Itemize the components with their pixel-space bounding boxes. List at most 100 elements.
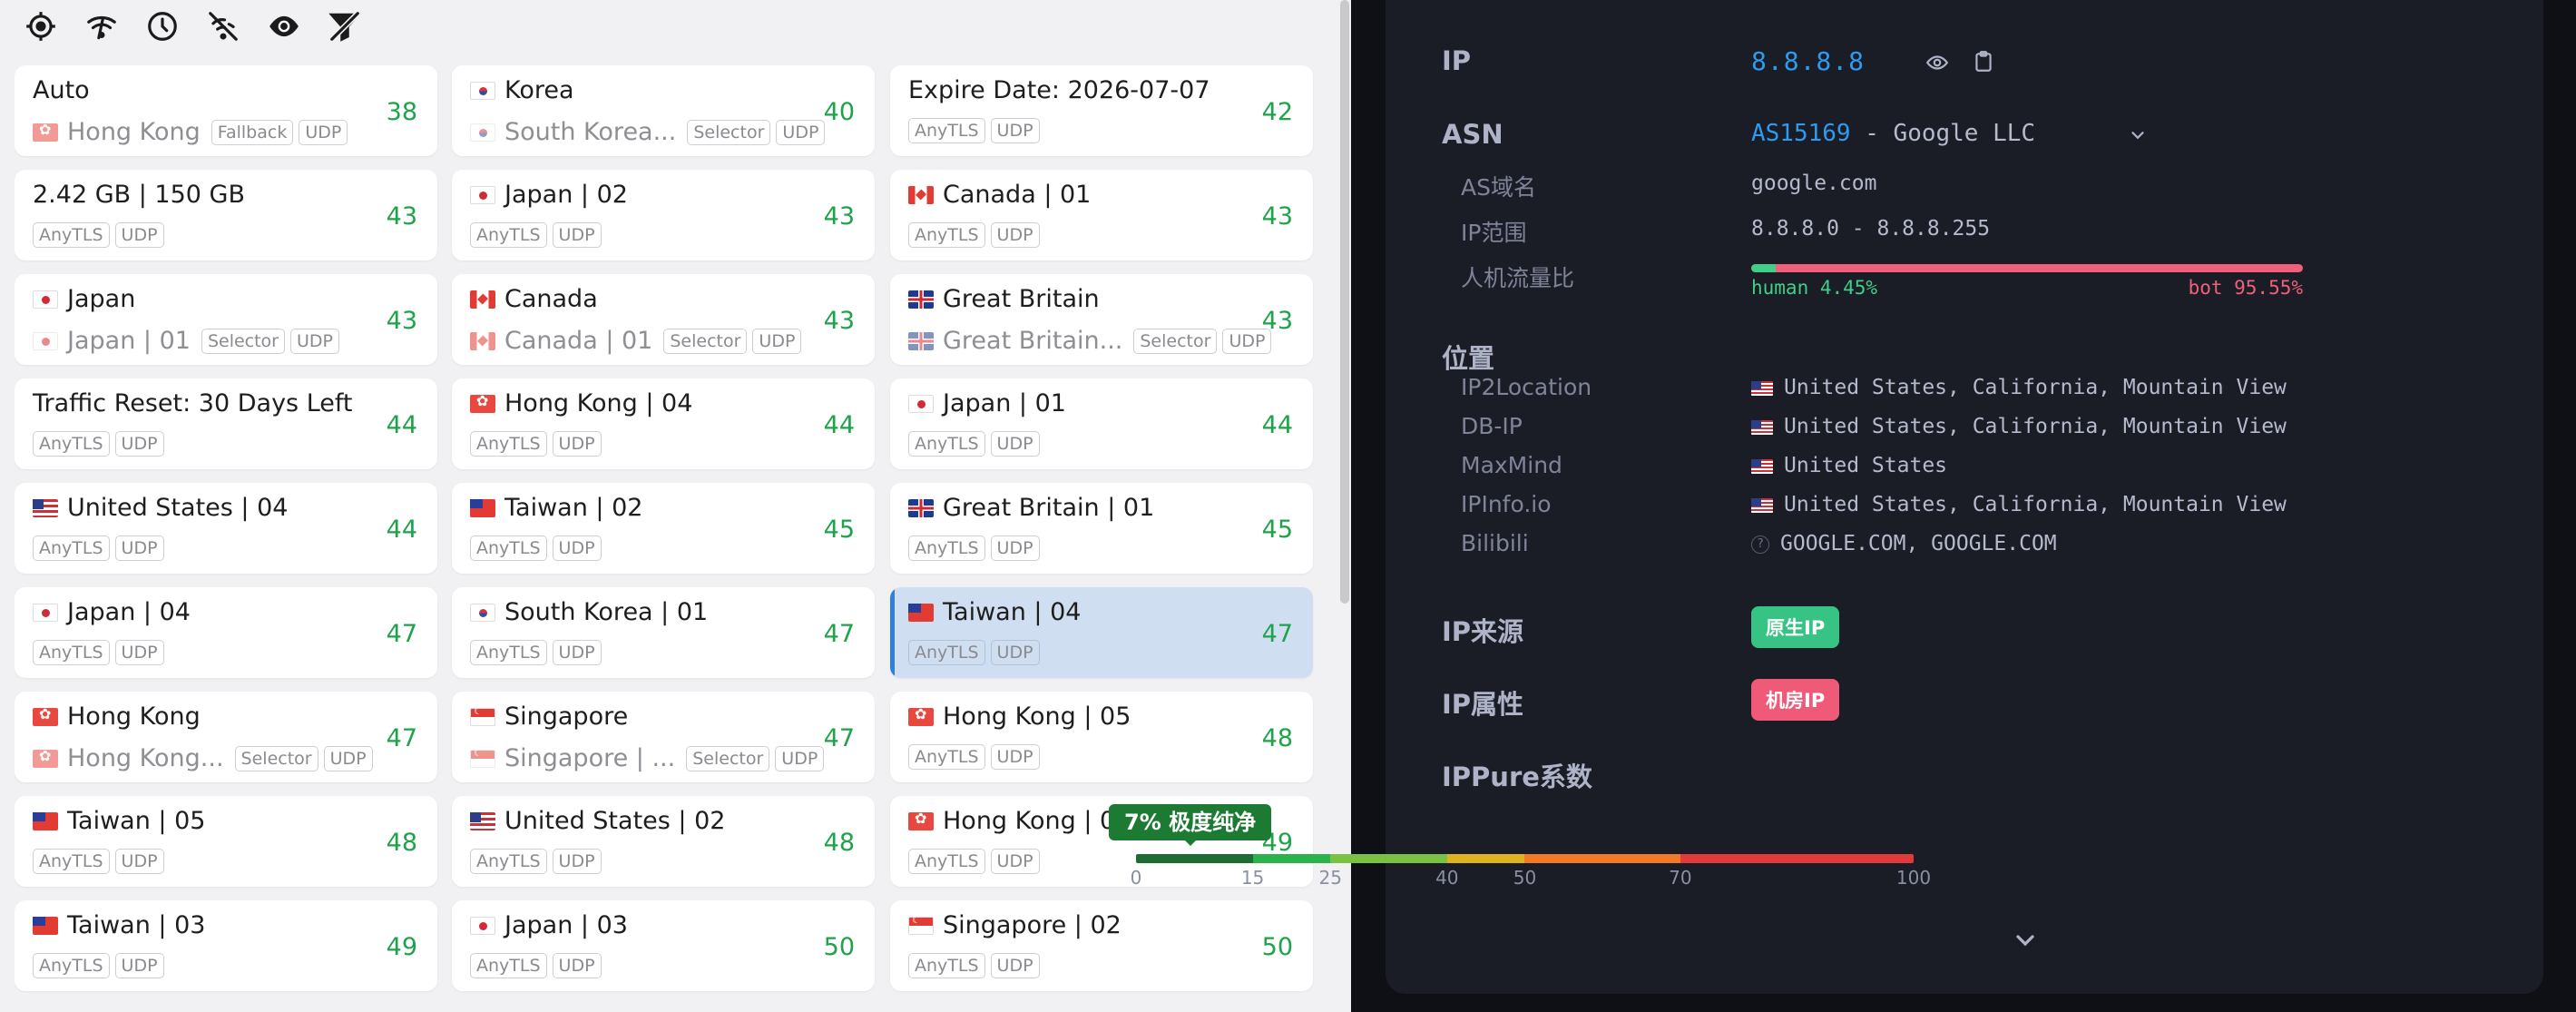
datacenter-ip-badge: 机房IP <box>1751 679 1840 721</box>
proxy-card[interactable]: Japan | 04 AnyTLS UDP 47 <box>15 587 437 678</box>
proxy-current-selection: Canada | 01 <box>470 327 652 355</box>
proxy-latency[interactable]: 44 <box>387 411 417 439</box>
proxy-latency[interactable]: 43 <box>1262 202 1293 231</box>
proxy-card[interactable]: Taiwan | 04 AnyTLS UDP 47 <box>890 587 1313 678</box>
eye-icon[interactable] <box>266 8 302 44</box>
chevron-down-icon[interactable] <box>2011 926 2040 955</box>
proxy-latency[interactable]: 45 <box>1262 516 1293 544</box>
proxy-latency[interactable]: 43 <box>387 202 417 231</box>
proxy-card[interactable]: Expire Date: 2026-07-07 AnyTLS UDP 42 <box>890 65 1313 156</box>
proxy-name-text: Hong Kong | 04 <box>504 389 693 418</box>
proxy-latency[interactable]: 44 <box>824 411 855 439</box>
proxy-latency[interactable]: 47 <box>824 724 855 752</box>
clipboard-icon[interactable] <box>1972 49 1995 74</box>
proxy-current-selection: Japan | 01 <box>33 327 191 355</box>
proxy-meta: AnyTLS UDP <box>470 535 607 561</box>
proxy-latency[interactable]: 48 <box>1262 724 1293 752</box>
proxy-name-text: Japan | 02 <box>504 181 628 209</box>
proxy-type-tag: Selector <box>1133 328 1218 354</box>
proxy-latency[interactable]: 48 <box>824 829 855 857</box>
proxy-latency[interactable]: 48 <box>387 829 417 857</box>
proxy-card[interactable]: United States | 02 AnyTLS UDP 48 <box>452 796 875 887</box>
proxy-card[interactable]: Korea South Korea... Selector UDP 40 <box>452 65 875 156</box>
proxy-name: Japan | 02 <box>470 181 628 209</box>
proxy-card[interactable]: Hong Kong | 05 AnyTLSUDP 48 <box>890 692 1313 782</box>
filter-off-icon[interactable] <box>327 8 363 44</box>
proxy-current-selection-text: Japan | 01 <box>67 327 191 355</box>
eye-icon[interactable] <box>1925 51 1949 74</box>
ip-attribute-label: IP属性 <box>1442 689 1524 720</box>
proxy-card[interactable]: Hong Kong Hong Kong... SelectorUDP 47 <box>15 692 437 782</box>
proxy-card[interactable]: Japan Japan | 01 Selector UDP 43 <box>15 274 437 365</box>
proxy-card[interactable]: Canada | 01 AnyTLS UDP 43 <box>890 170 1313 260</box>
proxy-latency[interactable]: 43 <box>1262 307 1293 335</box>
proxy-card[interactable]: Singapore Singapore | ... SelectorUDP47 <box>452 692 875 782</box>
proxy-card[interactable]: Taiwan | 02 AnyTLS UDP 45 <box>452 483 875 574</box>
proxy-name: Singapore <box>470 703 628 731</box>
ip-value[interactable]: 8.8.8.8 <box>1751 46 1865 76</box>
proxy-latency[interactable]: 40 <box>824 98 855 126</box>
proxy-card[interactable]: Great Britain | 01 AnyTLS UDP 45 <box>890 483 1313 574</box>
proxy-card[interactable]: Japan | 03 AnyTLS UDP 50 <box>452 900 875 991</box>
proxy-name-text: South Korea | 01 <box>504 598 709 626</box>
proxy-current-selection-text: South Korea... <box>504 118 677 146</box>
no-signal-icon[interactable] <box>205 8 241 44</box>
proxy-latency[interactable]: 50 <box>824 933 855 961</box>
proxy-name: Canada <box>470 285 598 313</box>
proxy-latency[interactable]: 43 <box>387 307 417 335</box>
proxy-card[interactable]: Taiwan | 03 AnyTLS UDP 49 <box>15 900 437 991</box>
proxy-card[interactable]: Hong Kong | 04 AnyTLSUDP 44 <box>452 378 875 469</box>
proxy-card[interactable]: Auto Hong Kong FallbackUDP 38 <box>15 65 437 156</box>
proxy-card[interactable]: Great Britain Great Britain... Selector UDP… <box>890 274 1313 365</box>
proxy-latency[interactable]: 43 <box>824 307 855 335</box>
proxy-type-tag: AnyTLS <box>908 744 985 770</box>
proxy-latency[interactable]: 43 <box>824 202 855 231</box>
proxy-latency[interactable]: 47 <box>387 620 417 648</box>
ippure-tick-label: 70 <box>1669 867 1692 889</box>
asn-label: ASN <box>1442 119 1503 150</box>
proxy-card[interactable]: South Korea | 01 AnyTLS UDP 47 <box>452 587 875 678</box>
proxy-card[interactable]: United States | 04 AnyTLS UDP 44 <box>15 483 437 574</box>
proxy-card[interactable]: Canada Canada | 01 Selector UDP 43 <box>452 274 875 365</box>
asn-number[interactable]: AS15169 <box>1751 120 1851 147</box>
wifi-signal-icon[interactable] <box>83 8 120 44</box>
traffic-ratio-bar <box>1751 264 2303 272</box>
proxy-latency[interactable]: 47 <box>1262 620 1293 648</box>
proxy-name-text: United States | 02 <box>504 807 726 835</box>
flag-icon <box>908 394 934 413</box>
proxy-type-tag: AnyTLS <box>33 640 110 665</box>
ippure-tick-label: 100 <box>1895 867 1932 889</box>
proxy-name-text: Singapore <box>504 703 629 731</box>
proxy-card[interactable]: Taiwan | 05 AnyTLS UDP 48 <box>15 796 437 887</box>
location-label: 位置 <box>1442 343 1495 374</box>
flag-icon <box>470 290 495 309</box>
proxy-latency[interactable]: 49 <box>387 933 417 961</box>
proxy-card[interactable]: Traffic Reset: 30 Days Left AnyTLS UDP 44 <box>15 378 437 469</box>
proxy-latency[interactable]: 44 <box>1262 411 1293 439</box>
proxy-latency[interactable]: 47 <box>824 620 855 648</box>
ippure-tick-label: 15 <box>1240 867 1265 889</box>
proxy-latency[interactable]: 38 <box>387 98 417 126</box>
locate-icon[interactable] <box>23 8 59 44</box>
flag-icon <box>33 747 58 768</box>
proxy-card[interactable]: Japan | 01 AnyTLS UDP 44 <box>890 378 1313 469</box>
proxy-latency[interactable]: 42 <box>1262 98 1293 126</box>
proxy-latency[interactable]: 45 <box>824 516 855 544</box>
proxy-list-scrollbar[interactable] <box>1340 0 1349 604</box>
proxy-card[interactable]: Singapore | 02 AnyTLSUDP 50 <box>890 900 1313 991</box>
proxy-latency[interactable]: 47 <box>387 724 417 752</box>
proxy-name-text: Singapore | 02 <box>943 911 1121 939</box>
proxy-card[interactable]: Japan | 02 AnyTLS UDP 43 <box>452 170 875 260</box>
location-value-text: United States, California, Mountain View <box>1784 493 2287 516</box>
proxy-type-tag: AnyTLS <box>470 535 547 561</box>
proxy-meta: AnyTLS UDP <box>908 118 1045 143</box>
proxy-latency[interactable]: 44 <box>387 516 417 544</box>
clock-icon[interactable] <box>144 8 181 44</box>
proxy-latency[interactable]: 50 <box>1262 933 1293 961</box>
ippure-tick-label: 0 <box>1130 867 1142 889</box>
proxy-type-tag: UDP <box>990 849 1040 874</box>
proxy-name: Hong Kong | 04 <box>470 389 692 418</box>
proxy-meta: AnyTLS UDP <box>33 849 170 874</box>
proxy-card[interactable]: 2.42 GB | 150 GB AnyTLS UDP 43 <box>15 170 437 260</box>
chevron-down-icon[interactable] <box>2128 125 2148 145</box>
